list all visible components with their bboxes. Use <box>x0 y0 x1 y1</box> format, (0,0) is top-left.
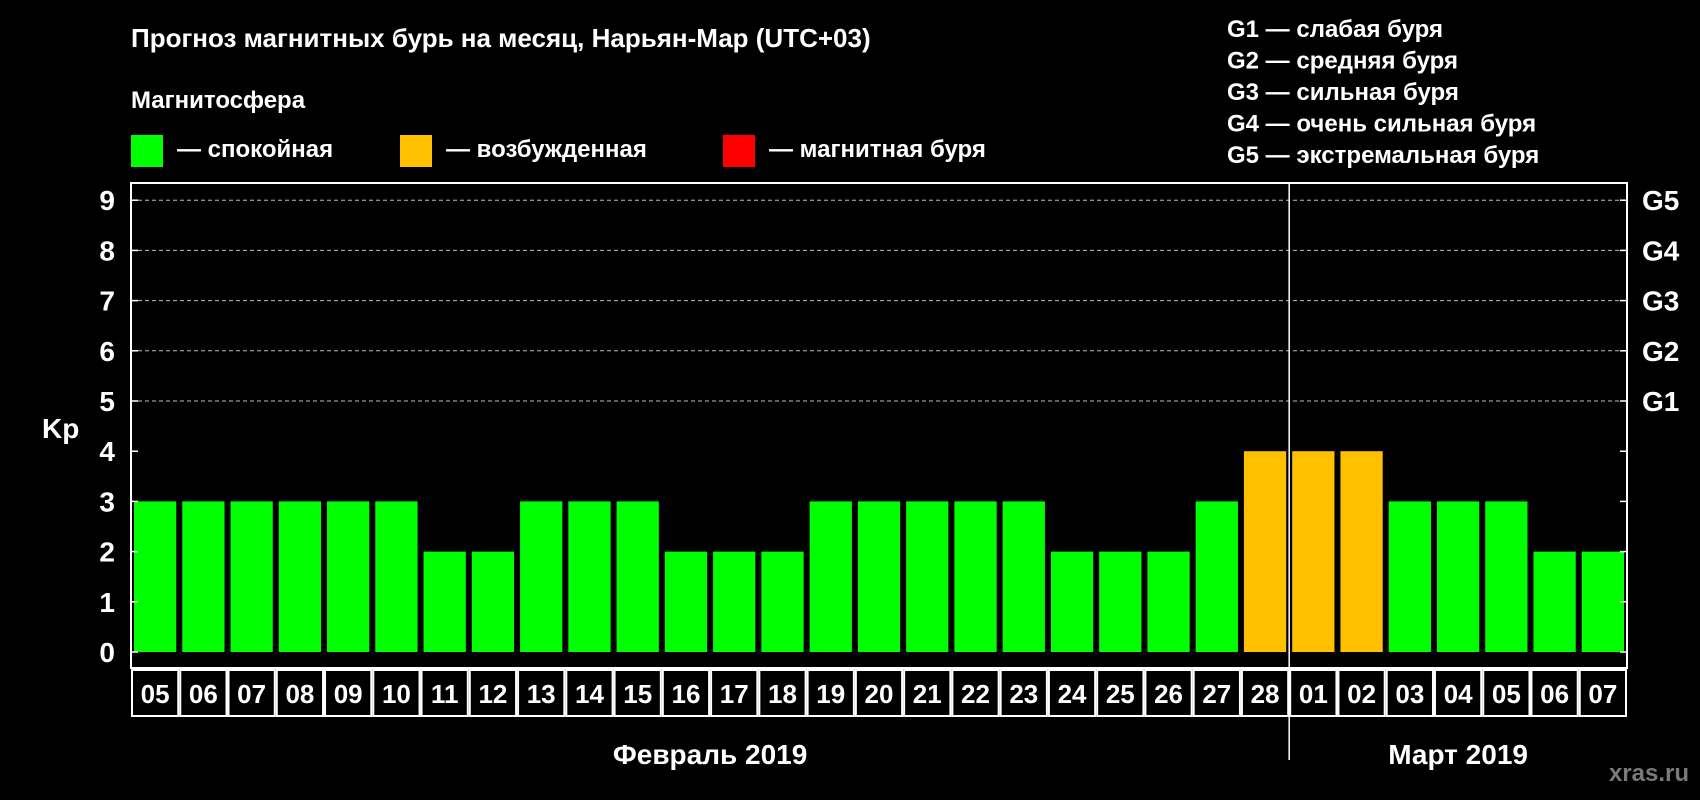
bar <box>906 501 949 652</box>
bar <box>520 501 563 652</box>
y-tick-label: 1 <box>99 587 115 618</box>
bar <box>954 501 997 652</box>
month-label: Март 2019 <box>1388 739 1528 770</box>
right-axis-label: G5 <box>1642 185 1679 216</box>
bar <box>1195 501 1238 652</box>
bar <box>664 551 708 652</box>
legend-swatch <box>723 135 755 167</box>
storm-scale-item: G2 — средняя буря <box>1227 48 1458 75</box>
right-axis-label: G1 <box>1642 386 1679 417</box>
storm-scale-item: G3 — сильная буря <box>1227 79 1459 106</box>
bar <box>423 551 466 652</box>
bar <box>1292 451 1335 652</box>
month-label: Февраль 2019 <box>613 739 807 770</box>
bar <box>1485 501 1528 652</box>
bar <box>713 551 756 652</box>
x-tick-label: 01 <box>1299 679 1328 709</box>
x-tick-label: 09 <box>334 679 363 709</box>
x-tick-label: 26 <box>1154 679 1183 709</box>
x-tick-label: 21 <box>913 679 942 709</box>
bar <box>1099 551 1142 652</box>
y-tick-label: 2 <box>99 537 115 568</box>
x-tick-label: 23 <box>1009 679 1038 709</box>
legend-label: — спокойная <box>177 136 333 163</box>
bar <box>1436 501 1480 652</box>
x-tick-label: 15 <box>623 679 652 709</box>
y-tick-label: 9 <box>99 185 115 216</box>
bar <box>1147 551 1190 652</box>
x-tick-label: 02 <box>1347 679 1376 709</box>
bar <box>857 501 901 652</box>
x-tick-label: 17 <box>720 679 749 709</box>
legend-label: — магнитная буря <box>769 136 986 163</box>
x-tick-label: 05 <box>141 679 170 709</box>
right-axis-label: G4 <box>1642 235 1680 266</box>
bar <box>134 501 177 652</box>
x-tick-label: 06 <box>189 679 218 709</box>
x-tick-label: 06 <box>1540 679 1569 709</box>
bar <box>182 501 225 652</box>
chart-root: Прогноз магнитных бурь на месяц, Нарьян-… <box>42 16 1689 787</box>
bar <box>1533 551 1576 652</box>
y-tick-label: 7 <box>99 286 115 317</box>
legend: — спокойная — возбужденная — магнитная бур… <box>131 135 986 167</box>
x-tick-label: 19 <box>816 679 845 709</box>
x-tick-label: 07 <box>1588 679 1617 709</box>
storm-scale-item: G4 — очень сильная буря <box>1227 111 1536 138</box>
bar <box>1388 501 1431 652</box>
bar <box>568 501 611 652</box>
y-tick-label: 6 <box>99 336 115 367</box>
bar <box>761 551 804 652</box>
bar <box>1581 551 1624 652</box>
y-tick-label: 8 <box>99 235 115 266</box>
y-axis-label: Kp <box>42 413 79 444</box>
x-tick-label: 20 <box>865 679 894 709</box>
right-axis-label: G2 <box>1642 336 1679 367</box>
x-tick-label: 04 <box>1444 679 1473 709</box>
chart-title: Прогноз магнитных бурь на месяц, Нарьян-… <box>131 23 871 53</box>
bar <box>809 501 852 652</box>
legend-title: Магнитосфера <box>131 87 306 114</box>
bar <box>375 501 418 652</box>
bar <box>1002 501 1045 652</box>
bar <box>278 501 322 652</box>
bar <box>1050 551 1094 652</box>
x-tick-label: 03 <box>1395 679 1424 709</box>
bar <box>471 551 515 652</box>
legend-label: — возбужденная <box>446 136 647 163</box>
x-tick-label: 27 <box>1202 679 1231 709</box>
x-tick-label: 18 <box>768 679 797 709</box>
x-tick-label: 07 <box>237 679 266 709</box>
watermark: xras.ru <box>1609 760 1689 787</box>
legend-swatch <box>400 135 432 167</box>
x-tick-label: 13 <box>527 679 556 709</box>
bar <box>1243 451 1287 652</box>
x-tick-label: 24 <box>1058 679 1087 709</box>
bar <box>616 501 659 652</box>
x-tick-label: 28 <box>1251 679 1280 709</box>
y-tick-label: 4 <box>99 436 115 467</box>
bar <box>1340 451 1383 652</box>
y-tick-label: 5 <box>99 386 115 417</box>
x-tick-label: 14 <box>575 679 604 709</box>
right-axis-label: G3 <box>1642 286 1679 317</box>
y-tick-label: 3 <box>99 486 115 517</box>
plot-area: 0123456789G1G2G3G4G505 06 07 08 09 10 11 12 13 14… <box>99 182 1680 770</box>
x-tick-label: 10 <box>382 679 411 709</box>
x-tick-label: 25 <box>1106 679 1135 709</box>
legend-swatch <box>131 135 163 167</box>
x-tick-label: 05 <box>1492 679 1521 709</box>
bar <box>230 501 273 652</box>
x-tick-label: 22 <box>961 679 990 709</box>
bar <box>327 501 370 652</box>
storm-scale: G1 — слабая буря G2 — средняя буря G3 — си… <box>1227 16 1539 169</box>
x-tick-label: 08 <box>285 679 314 709</box>
storm-scale-item: G1 — слабая буря <box>1227 16 1443 43</box>
y-tick-label: 0 <box>99 637 115 668</box>
x-tick-label: 11 <box>431 679 459 709</box>
x-tick-label: 12 <box>478 679 507 709</box>
storm-scale-item: G5 — экстремальная буря <box>1227 142 1539 169</box>
x-tick-label: 16 <box>672 679 701 709</box>
